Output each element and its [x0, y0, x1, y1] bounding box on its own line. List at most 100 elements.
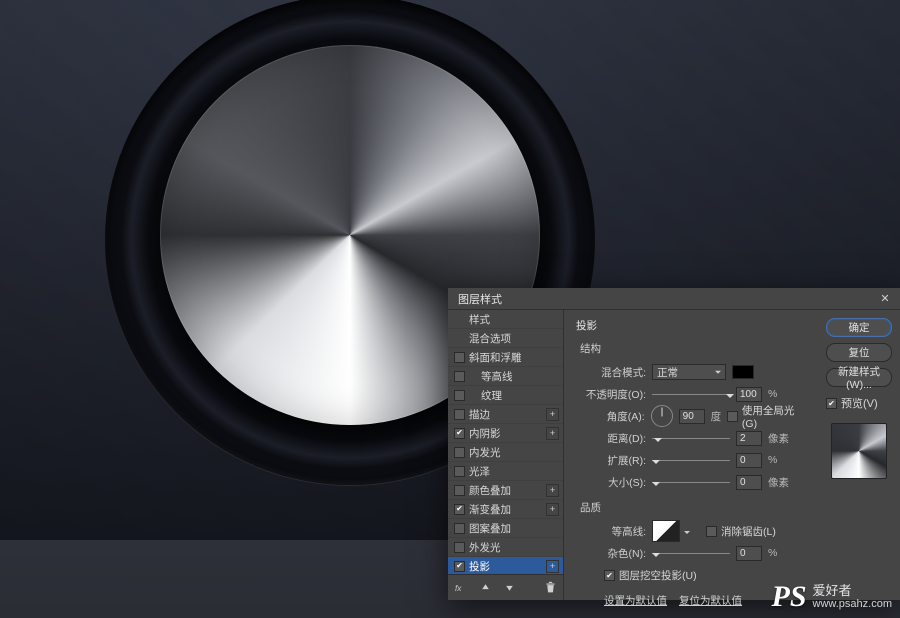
knockout-checkbox[interactable]: 图层挖空投影(U) — [604, 568, 697, 583]
checkbox-icon[interactable] — [454, 371, 465, 382]
global-light-label: 使用全局光(G) — [742, 403, 808, 430]
angle-row: 角度(A): 度 使用全局光(G) — [584, 408, 808, 424]
checkbox-icon[interactable] — [454, 447, 465, 458]
make-default-button[interactable]: 设置为默认值 — [604, 593, 667, 608]
opacity-slider[interactable] — [652, 387, 730, 401]
blend-mode-select[interactable]: 正常 — [652, 364, 726, 380]
fx-menu-icon[interactable]: fx — [454, 581, 468, 595]
style-item-color-ov[interactable]: 颜色叠加 + — [448, 481, 563, 500]
checkbox-icon — [727, 411, 738, 422]
angle-input[interactable] — [679, 409, 705, 424]
move-up-icon[interactable] — [478, 581, 492, 595]
plus-icon[interactable]: + — [546, 503, 559, 516]
size-row: 大小(S): 像素 — [584, 474, 808, 490]
style-item-label: 纹理 — [481, 388, 559, 403]
plus-icon[interactable]: + — [546, 484, 559, 497]
spread-input[interactable] — [736, 453, 762, 468]
checkbox-icon[interactable] — [454, 352, 465, 363]
watermark: PS 爱好者 www.psahz.com — [772, 580, 893, 614]
preview-checkbox[interactable]: 预览(V) — [826, 395, 878, 411]
style-item-outer-glow[interactable]: 外发光 — [448, 538, 563, 557]
styles-header-row[interactable]: 样式 — [448, 310, 563, 329]
distance-row: 距离(D): 像素 — [584, 430, 808, 446]
style-item-bevel[interactable]: 斜面和浮雕 — [448, 348, 563, 367]
opacity-label: 不透明度(O): — [584, 387, 646, 402]
angle-dial[interactable] — [651, 405, 673, 427]
styles-panel: 样式 混合选项 斜面和浮雕等高线纹理描边+内阴影+内发光光泽颜色叠加+渐变叠加+… — [448, 310, 564, 600]
style-item-label: 内发光 — [469, 445, 559, 460]
style-item-stroke[interactable]: 描边 + — [448, 405, 563, 424]
opacity-unit: % — [768, 388, 777, 400]
opacity-input[interactable] — [736, 387, 762, 402]
size-label: 大小(S): — [584, 475, 646, 490]
noise-slider[interactable] — [652, 546, 730, 560]
style-item-inner-glow[interactable]: 内发光 — [448, 443, 563, 462]
move-down-icon[interactable] — [502, 581, 516, 595]
plus-icon[interactable]: + — [546, 427, 559, 440]
noise-input[interactable] — [736, 546, 762, 561]
contour-label: 等高线: — [584, 524, 646, 539]
spread-slider[interactable] — [652, 453, 730, 467]
blending-options-label: 混合选项 — [469, 331, 559, 346]
distance-label: 距离(D): — [584, 431, 646, 446]
watermark-title: 爱好者 — [813, 584, 892, 598]
style-item-label: 渐变叠加 — [469, 502, 542, 517]
checkbox-icon[interactable] — [454, 409, 465, 420]
style-item-drop-shadow[interactable]: 投影+ — [448, 557, 563, 574]
noise-row: 杂色(N): % — [584, 545, 808, 561]
actions-panel: 确定 复位 新建样式(W)... 预览(V) — [818, 310, 900, 600]
checkbox-icon[interactable] — [454, 504, 465, 515]
dialog-title: 图层样式 — [458, 291, 876, 307]
noise-label: 杂色(N): — [584, 546, 646, 561]
spread-unit: % — [768, 454, 777, 466]
checkbox-icon[interactable] — [454, 390, 465, 401]
size-unit: 像素 — [768, 475, 789, 490]
watermark-url: www.psahz.com — [813, 598, 892, 610]
checkbox-icon — [826, 398, 837, 409]
shadow-color-swatch[interactable] — [732, 365, 754, 379]
plus-icon[interactable]: + — [546, 408, 559, 421]
antialias-checkbox[interactable]: 消除锯齿(L) — [706, 524, 776, 539]
blend-mode-label: 混合模式: — [584, 365, 646, 380]
style-item-label: 颜色叠加 — [469, 483, 542, 498]
ok-button[interactable]: 确定 — [826, 318, 892, 337]
size-input[interactable] — [736, 475, 762, 490]
checkbox-icon[interactable] — [454, 542, 465, 553]
style-item-label: 图案叠加 — [469, 521, 559, 536]
close-button[interactable]: ✕ — [876, 290, 894, 308]
new-style-button[interactable]: 新建样式(W)... — [826, 368, 892, 387]
checkbox-icon[interactable] — [454, 428, 465, 439]
style-item-contour-sub[interactable]: 等高线 — [448, 367, 563, 386]
contour-picker[interactable] — [652, 520, 680, 542]
plus-icon[interactable]: + — [546, 560, 559, 573]
trash-icon[interactable] — [543, 581, 557, 595]
distance-unit: 像素 — [768, 431, 789, 446]
blending-options-row[interactable]: 混合选项 — [448, 329, 563, 348]
checkbox-icon[interactable] — [454, 466, 465, 477]
style-item-grad-ov[interactable]: 渐变叠加 + — [448, 500, 563, 519]
cancel-button[interactable]: 复位 — [826, 343, 892, 362]
style-item-label: 描边 — [469, 407, 542, 422]
preview-thumbnail — [831, 423, 887, 479]
style-item-texture-sub[interactable]: 纹理 — [448, 386, 563, 405]
size-slider[interactable] — [652, 475, 730, 489]
global-light-checkbox[interactable]: 使用全局光(G) — [727, 403, 808, 430]
dialog-titlebar[interactable]: 图层样式 ✕ — [448, 288, 900, 310]
distance-slider[interactable] — [652, 431, 730, 445]
checkbox-icon — [706, 526, 717, 537]
structure-subtitle: 结构 — [580, 341, 808, 356]
checkbox-icon[interactable] — [454, 523, 465, 534]
dialog-body: 样式 混合选项 斜面和浮雕等高线纹理描边+内阴影+内发光光泽颜色叠加+渐变叠加+… — [448, 310, 900, 600]
distance-input[interactable] — [736, 431, 762, 446]
svg-text:fx: fx — [455, 584, 462, 593]
antialias-label: 消除锯齿(L) — [721, 524, 776, 539]
style-item-patt-ov[interactable]: 图案叠加 — [448, 519, 563, 538]
checkbox-icon[interactable] — [454, 561, 465, 572]
close-icon: ✕ — [880, 292, 889, 305]
style-item-inner-shadow[interactable]: 内阴影+ — [448, 424, 563, 443]
reset-default-button[interactable]: 复位为默认值 — [679, 593, 742, 608]
checkbox-icon[interactable] — [454, 485, 465, 496]
style-item-satin[interactable]: 光泽 — [448, 462, 563, 481]
blend-mode-value: 正常 — [657, 365, 678, 380]
knockout-label: 图层挖空投影(U) — [619, 568, 697, 583]
